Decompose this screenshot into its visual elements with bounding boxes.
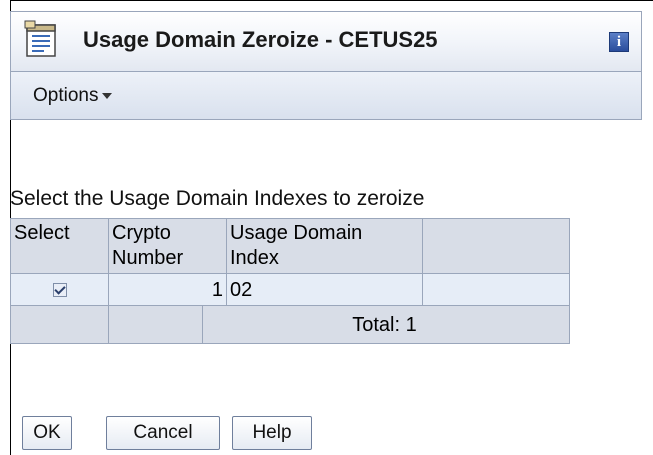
usage-domain-table: Select Crypto Number Usage Domain Index … (10, 218, 570, 344)
header-crypto-number[interactable]: Crypto Number (108, 218, 227, 274)
title-bar: Usage Domain Zeroize - CETUS25 i (10, 11, 642, 72)
table-footer-row: Total: 1 (10, 305, 570, 344)
info-icon[interactable]: i (609, 32, 629, 52)
chevron-down-icon (102, 92, 113, 99)
filler-cell (422, 273, 570, 306)
table-header-row: Select Crypto Number Usage Domain Index (10, 218, 570, 274)
cancel-button[interactable]: Cancel (106, 416, 220, 450)
instruction-text: Select the Usage Domain Indexes to zeroi… (10, 187, 425, 210)
ok-button[interactable]: OK (22, 416, 72, 450)
menu-bar: Options (10, 72, 642, 120)
header-usage-domain-index[interactable]: Usage Domain Index (226, 218, 423, 274)
footer-cell-empty (10, 305, 109, 344)
table-row: 1 02 (10, 273, 570, 306)
options-menu[interactable]: Options (33, 85, 113, 107)
select-cell (10, 273, 109, 306)
crypto-number-cell: 1 (108, 273, 227, 306)
total-count: Total: 1 (108, 305, 570, 344)
usage-domain-index-cell: 02 (226, 273, 423, 306)
header-select[interactable]: Select (10, 218, 109, 274)
header-filler (422, 218, 570, 274)
help-button[interactable]: Help (232, 416, 312, 450)
document-list-icon (24, 20, 56, 57)
total-label: Total: 1 (352, 313, 417, 336)
window-title: Usage Domain Zeroize - CETUS25 (83, 27, 438, 52)
options-menu-label: Options (33, 85, 99, 106)
row-select-checkbox[interactable] (52, 283, 67, 298)
footer-divider (112, 305, 203, 344)
